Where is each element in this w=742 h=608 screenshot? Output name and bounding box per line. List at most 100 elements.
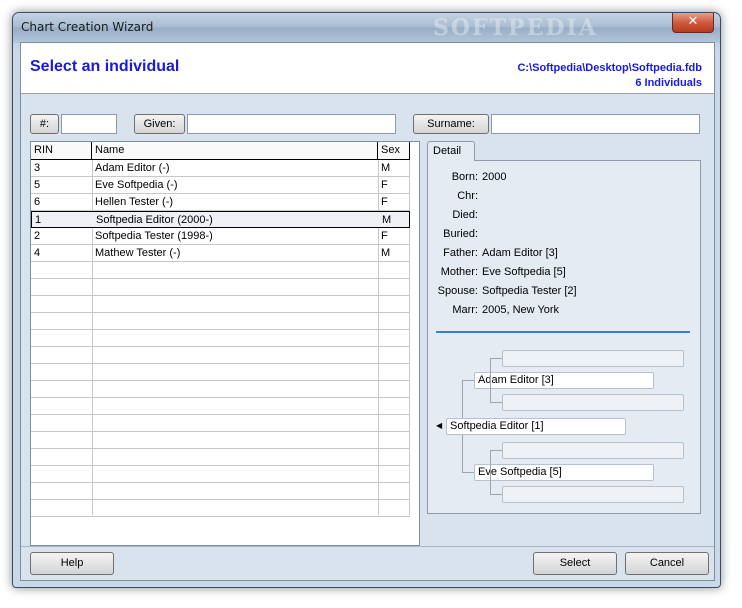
detail-value: Adam Editor [3] (482, 247, 558, 259)
cell-name: Adam Editor (-) (95, 162, 170, 174)
detail-label: Marr: (452, 304, 478, 316)
pedigree-mother-box[interactable]: Eve Softpedia [5] (474, 464, 654, 481)
cell-rin: 5 (34, 179, 41, 191)
empty-table-row (31, 432, 410, 449)
pedigree-line (462, 380, 463, 418)
cell-sex: F (381, 230, 388, 242)
table-row[interactable]: 4 Mathew Tester (-) M (31, 245, 410, 262)
detail-label: Buried: (443, 228, 478, 240)
help-button[interactable]: Help (30, 552, 114, 575)
cancel-button[interactable]: Cancel (625, 552, 709, 575)
pedigree-line (490, 450, 491, 494)
cell-rin: 6 (34, 196, 41, 208)
cell-sex: M (381, 247, 391, 259)
empty-table-row (31, 313, 410, 330)
chart-creation-wizard-window: Chart Creation Wizard SOFTPEDIA ✕ Select… (12, 12, 721, 588)
number-filter-button[interactable]: #: (30, 114, 59, 134)
cell-sex: M (381, 162, 391, 174)
cell-sex: F (381, 196, 388, 208)
detail-value: Eve Softpedia [5] (482, 266, 566, 278)
pedigree-line (462, 380, 474, 381)
tab-detail[interactable]: Detail (427, 141, 475, 161)
empty-table-row (31, 466, 410, 483)
individual-count: 6 Individuals (635, 77, 702, 89)
pedigree-line (462, 435, 463, 472)
detail-label: Died: (452, 209, 478, 221)
cell-rin: 3 (34, 162, 41, 174)
empty-table-row (31, 347, 410, 364)
empty-table-row (31, 500, 410, 517)
column-header-sex[interactable]: Sex (378, 142, 410, 160)
detail-value: 2000 (482, 171, 507, 183)
cell-rin: 2 (34, 230, 41, 242)
detail-label: Spouse: (437, 285, 478, 297)
wizard-header: Select an individual C:\Softpedia\Deskto… (21, 43, 714, 94)
number-filter-input[interactable] (61, 114, 117, 134)
detail-panel: Born: 2000 Chr: Died: Buried: Father: Adam Edi… (427, 160, 701, 514)
detail-separator (436, 331, 690, 333)
given-filter-input[interactable] (187, 114, 396, 134)
detail-value: Softpedia Tester [2] (482, 285, 577, 297)
cell-rin: 1 (35, 214, 42, 226)
table-row[interactable]: 6 Hellen Tester (-) F (31, 194, 410, 211)
empty-table-row (31, 415, 410, 432)
pedigree-line (490, 402, 502, 403)
pedigree-line (490, 380, 491, 402)
empty-table-row (31, 279, 410, 296)
pedigree-paternal-grandmother-box[interactable] (502, 394, 684, 411)
footer-divider (21, 546, 714, 547)
title-bar[interactable]: Chart Creation Wizard SOFTPEDIA ✕ (13, 13, 720, 43)
given-filter-button[interactable]: Given: (134, 114, 185, 134)
cell-name: Mathew Tester (-) (95, 247, 181, 259)
cell-name: Softpedia Editor (2000-) (96, 214, 213, 226)
column-header-name[interactable]: Name (92, 142, 378, 160)
database-path: C:\Softpedia\Desktop\Softpedia.fdb (517, 62, 702, 74)
individuals-grid[interactable]: RIN Name Sex 3 Adam Editor (-) M 5 Eve Softp… (30, 141, 420, 546)
pedigree-line (490, 450, 502, 451)
pedigree-line (490, 494, 502, 495)
database-info: C:\Softpedia\Desktop\Softpedia.fdb 6 Ind… (517, 61, 702, 91)
pedigree-paternal-grandfather-box[interactable] (502, 350, 684, 367)
cell-rin: 4 (34, 247, 41, 259)
table-row[interactable]: 5 Eve Softpedia (-) F (31, 177, 410, 194)
grid-header: RIN Name Sex (31, 142, 410, 160)
detail-label: Father: (443, 247, 478, 259)
close-button[interactable]: ✕ (672, 13, 714, 33)
column-header-rin[interactable]: RIN (31, 142, 92, 160)
pedigree-line (462, 472, 474, 473)
empty-table-row (31, 449, 410, 466)
wizard-body: Select an individual C:\Softpedia\Deskto… (20, 42, 715, 581)
detail-label: Chr: (457, 190, 478, 202)
pedigree-left-arrow-icon[interactable]: ◀ (436, 421, 442, 430)
pedigree-line (490, 358, 502, 359)
table-row[interactable]: 2 Softpedia Tester (1998-) F (31, 228, 410, 245)
surname-filter-input[interactable] (491, 114, 700, 134)
pedigree-father-box[interactable]: Adam Editor [3] (474, 372, 654, 389)
detail-label: Born: (451, 171, 478, 183)
empty-table-row (31, 483, 410, 500)
empty-table-row (31, 381, 410, 398)
close-icon: ✕ (687, 14, 699, 29)
pedigree-subject-box[interactable]: Softpedia Editor [1] (446, 418, 626, 435)
cell-sex: F (381, 179, 388, 191)
empty-table-row (31, 364, 410, 381)
detail-label: Mother: (440, 266, 478, 278)
empty-table-row (31, 330, 410, 347)
empty-table-row (31, 398, 410, 415)
cell-name: Softpedia Tester (1998-) (95, 230, 213, 242)
pedigree-maternal-grandmother-box[interactable] (502, 486, 684, 503)
select-button[interactable]: Select (533, 552, 617, 575)
cell-sex: M (382, 214, 392, 226)
watermark-logo: SOFTPEDIA (433, 15, 598, 41)
empty-table-row (31, 296, 410, 313)
empty-table-row (31, 262, 410, 279)
table-row[interactable]: 3 Adam Editor (-) M (31, 160, 410, 177)
table-row[interactable]: 1 Softpedia Editor (2000-) M (31, 211, 410, 228)
pedigree-maternal-grandfather-box[interactable] (502, 442, 684, 459)
detail-value: 2005, New York (482, 304, 560, 316)
window-title: Chart Creation Wizard (21, 20, 154, 34)
surname-filter-button[interactable]: Surname: (413, 114, 489, 134)
page-title: Select an individual (30, 58, 180, 75)
cell-name: Hellen Tester (-) (95, 196, 174, 208)
cell-name: Eve Softpedia (-) (95, 179, 178, 191)
